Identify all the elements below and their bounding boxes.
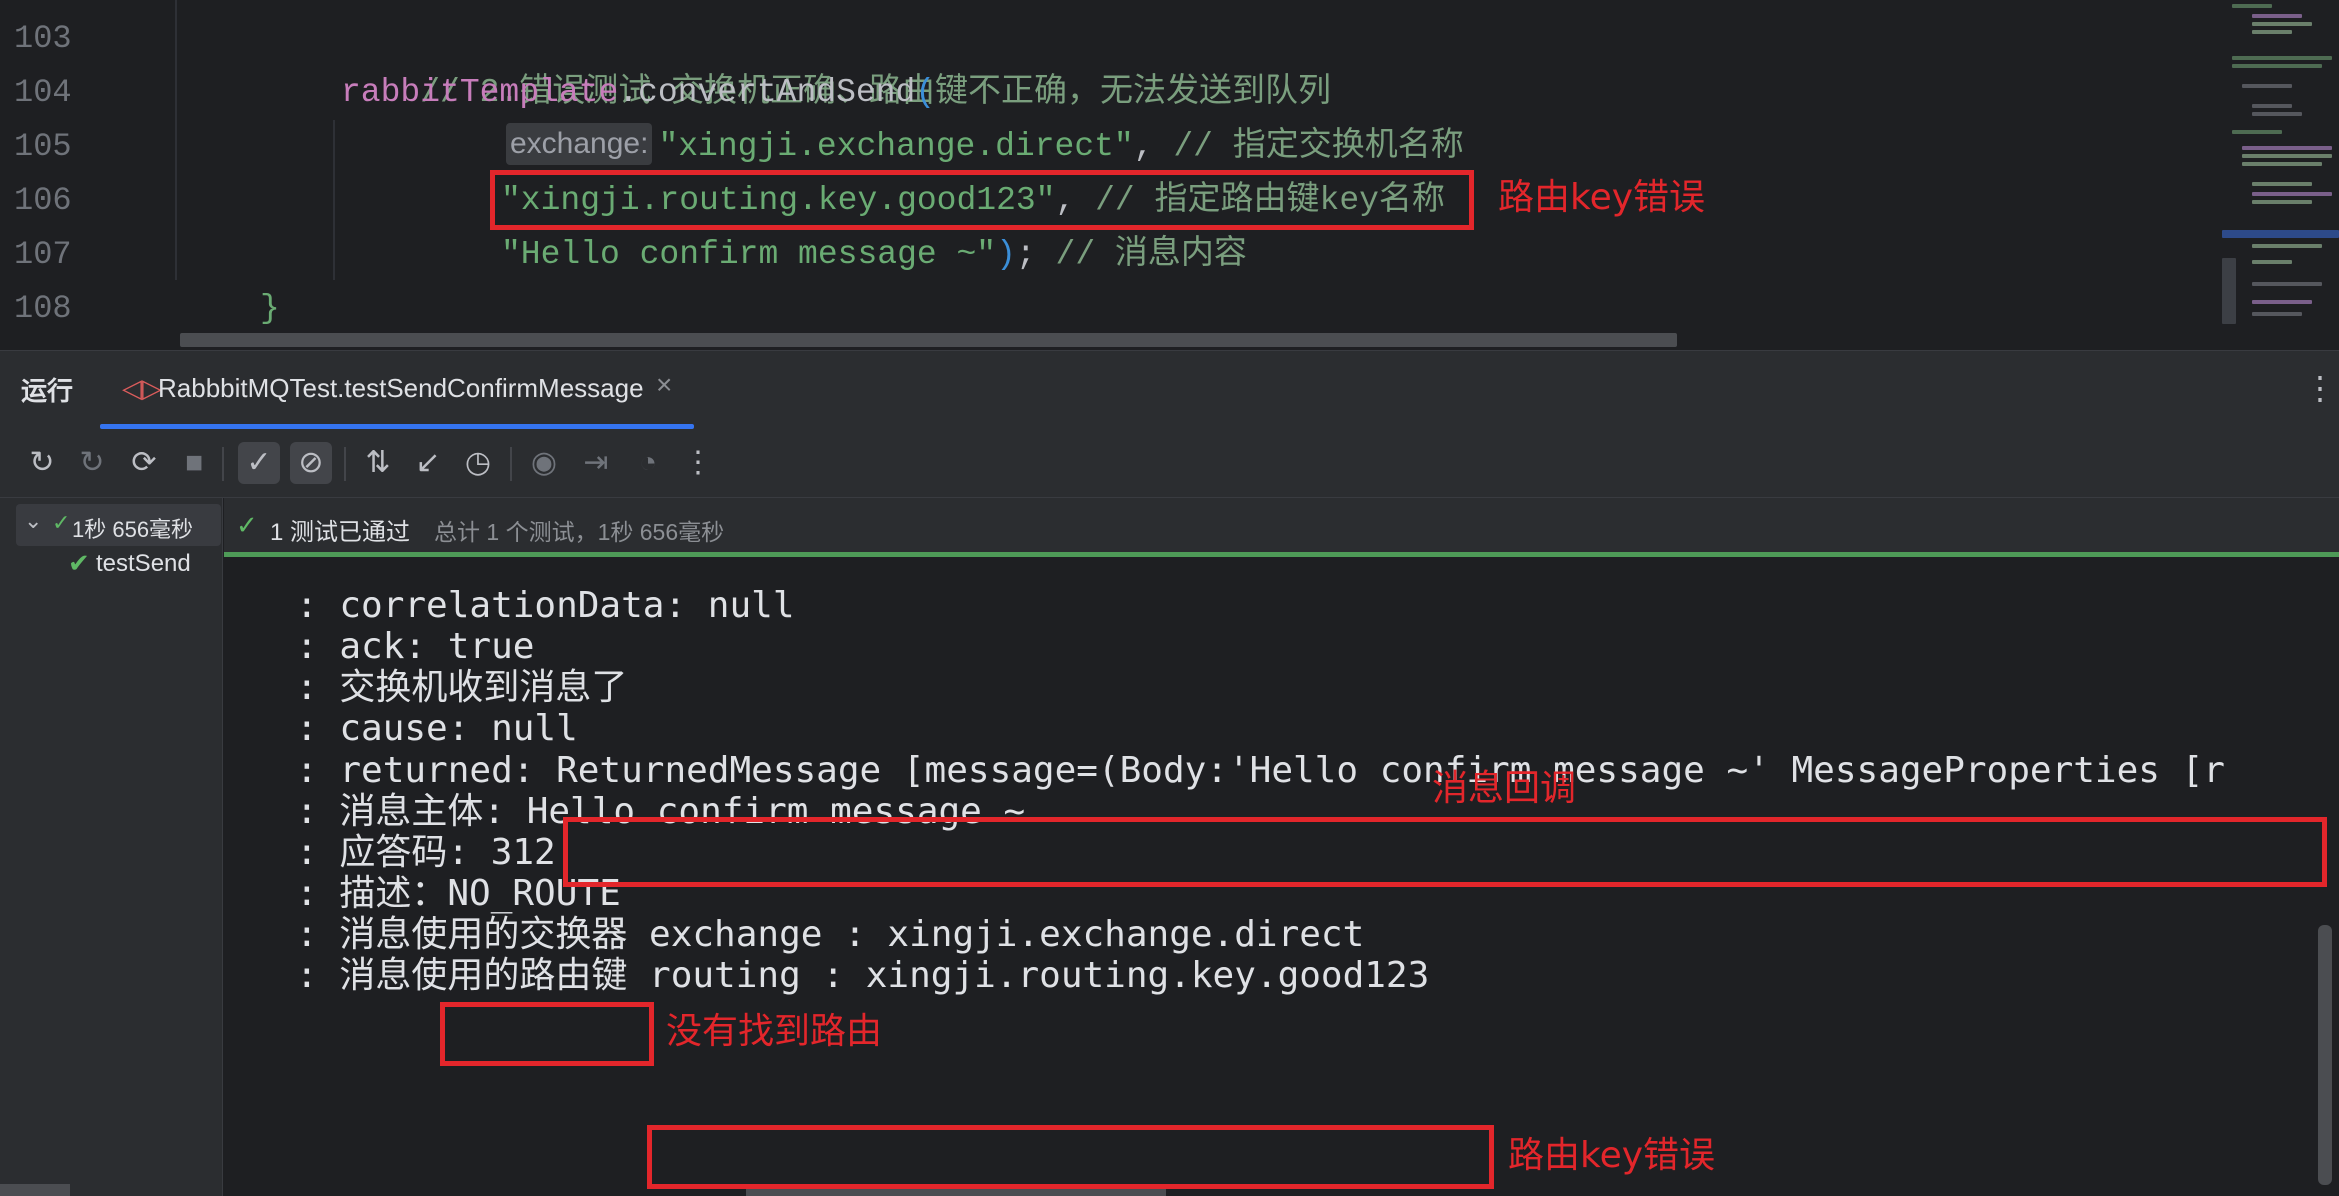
- test-tree: ⌄ ✓ 1秒 656毫秒 ✔ testSend: [0, 498, 223, 1196]
- code-separator: ,: [1133, 128, 1174, 165]
- test-tree-item-label: testSend: [96, 550, 191, 577]
- code-line-108[interactable]: }: [260, 282, 280, 336]
- annotation-routing-key-error: 路由key错误: [1498, 177, 1706, 218]
- tab-label: RabbbitMQTest.testSendConfirmMessage: [158, 373, 644, 403]
- toolbar-separator: [344, 447, 346, 481]
- more-options-icon[interactable]: ⋮: [2304, 369, 2336, 407]
- line-number-gutter: 103 104 105 106 107 108: [0, 0, 120, 350]
- line-number: 108: [14, 290, 72, 327]
- run-tool-window-header: 运行 ◁▷ RabbbitMQTest.testSendConfirmMessa…: [0, 350, 2339, 431]
- editor-minimap[interactable]: [2222, 0, 2339, 330]
- stop-icon[interactable]: ■: [176, 445, 212, 481]
- console-line: : 消息使用的路由键 routing : xingji.routing.key.…: [296, 955, 1430, 996]
- highlight-box-routing-key: [490, 170, 1474, 230]
- line-number: 103: [14, 20, 72, 57]
- editor-horizontal-scrollbar[interactable]: [180, 333, 1677, 347]
- toolbar-separator: [222, 447, 224, 481]
- code-string: "xingji.exchange.direct": [658, 128, 1134, 165]
- line-number: 105: [14, 128, 72, 165]
- coverage-icon[interactable]: ◔: [630, 445, 666, 481]
- code-brace: }: [260, 290, 280, 327]
- console-horizontal-scrollbar[interactable]: [746, 1189, 1166, 1196]
- code-comment: // 指定交换机名称: [1173, 128, 1464, 165]
- annotation-routing-key-error-bottom: 路由key错误: [1508, 1135, 1716, 1176]
- rerun-icon[interactable]: ↻: [24, 445, 60, 481]
- code-line-104[interactable]: rabbitTemplate.convertAndSend(: [341, 66, 935, 120]
- highlight-box-routing-key-log: [647, 1125, 1494, 1189]
- line-number: 107: [14, 236, 72, 273]
- toolbar-separator: [510, 447, 512, 481]
- test-tree-root-label: 1秒 656毫秒: [72, 517, 194, 542]
- active-tab-indicator: [100, 424, 694, 429]
- partial-check-icon: ✓: [52, 510, 71, 535]
- highlight-box-returned-message: [563, 817, 2327, 887]
- rerun-failed-icon[interactable]: ↻: [74, 445, 110, 481]
- code-string: "Hello confirm message ~": [501, 236, 997, 273]
- tests-passed-label: 1 测试已通过: [270, 519, 411, 546]
- show-ignored-icon[interactable]: ⊘: [290, 442, 332, 484]
- annotation-no-route: 没有找到路由: [666, 1011, 883, 1052]
- code-identifier: rabbitTemplate: [341, 74, 619, 111]
- toggle-auto-test-icon[interactable]: ⟳: [126, 445, 162, 481]
- indent-guide: [175, 0, 177, 280]
- show-passed-icon[interactable]: ✓: [238, 442, 280, 484]
- code-line-105[interactable]: exchange: "xingji.exchange.direct", // 指定…: [506, 120, 1464, 174]
- close-icon[interactable]: ×: [656, 369, 672, 401]
- tree-horizontal-scrollbar[interactable]: [0, 1184, 70, 1196]
- code-semicolon: ;: [1015, 236, 1056, 273]
- code-paren: ): [996, 236, 1016, 273]
- collapse-icon[interactable]: ↙: [410, 445, 446, 481]
- line-number: 106: [14, 182, 72, 219]
- highlight-box-no-route: [440, 1002, 654, 1066]
- tests-total-label: 总计 1 个测试，1秒 656毫秒: [434, 519, 725, 545]
- line-number: 104: [14, 74, 72, 111]
- indent-guide: [333, 120, 335, 280]
- console-vertical-scrollbar[interactable]: [2318, 925, 2332, 1185]
- code-method: .convertAndSend: [618, 74, 916, 111]
- console-line: : cause: null: [296, 708, 578, 749]
- tab-test-run[interactable]: ◁▷ RabbbitMQTest.testSendConfirmMessage …: [100, 351, 694, 429]
- screenshot-icon[interactable]: ◉: [526, 445, 562, 481]
- passed-check-icon: ✓: [236, 510, 258, 540]
- run-toolbar: ↻ ↻ ⟳ ■ ✓ ⊘ ⇅ ↙ ◷ ◉ ⇥ ◔ ⋮: [0, 431, 2339, 498]
- code-comment: // 消息内容: [1055, 236, 1247, 273]
- code-editor[interactable]: 103 104 105 106 107 108 // 2.错误测试 交换机正确、…: [0, 0, 2339, 350]
- run-window-title[interactable]: 运行: [21, 371, 73, 408]
- test-tree-item[interactable]: ✔ testSend: [68, 548, 191, 578]
- test-status-bar: ✓ 1 测试已通过 总计 1 个测试，1秒 656毫秒: [224, 498, 2339, 554]
- test-run-icon: ◁▷: [122, 373, 162, 403]
- parameter-hint: exchange:: [506, 123, 653, 165]
- import-icon[interactable]: ⇥: [578, 445, 614, 481]
- passed-check-icon: ✔: [68, 548, 90, 578]
- chevron-down-icon[interactable]: ⌄: [24, 508, 42, 534]
- code-paren: (: [915, 74, 936, 111]
- annotation-callback: 消息回调: [1432, 768, 1577, 809]
- more-icon[interactable]: ⋮: [680, 445, 716, 481]
- history-icon[interactable]: ◷: [460, 445, 496, 481]
- sort-icon[interactable]: ⇅: [360, 445, 396, 481]
- code-line-107[interactable]: "Hello confirm message ~"); // 消息内容: [501, 228, 1247, 282]
- test-tree-root[interactable]: ⌄ ✓ 1秒 656毫秒: [16, 504, 221, 546]
